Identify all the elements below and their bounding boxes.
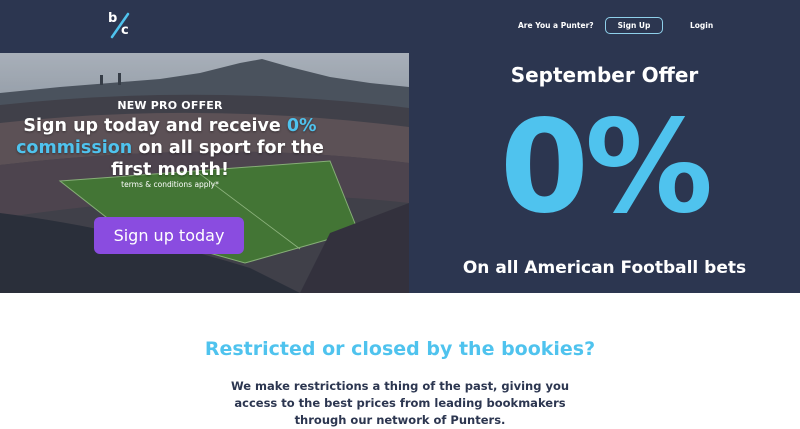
site-logo[interactable]: b c [104, 10, 134, 40]
logo-letter-c: c [121, 23, 129, 38]
nav-signup-button[interactable]: Sign Up [605, 17, 663, 34]
nav-login-link[interactable]: Login [690, 21, 713, 39]
september-offer-title: September Offer [510, 63, 699, 87]
top-navigation-bar: b c Are You a Punter? Sign Up Login [0, 0, 800, 53]
headline-text-1: Sign up today and receive [23, 116, 287, 136]
promo-banner: NEW PRO OFFER Sign up today and receive … [0, 53, 409, 293]
september-offer-panel: September Offer 0% On all American Footb… [409, 53, 800, 293]
signup-today-button[interactable]: Sign up today [94, 217, 244, 254]
nav-link-are-you-a-punter[interactable]: Are You a Punter? [518, 21, 594, 39]
zero-percent-value: 0% [499, 93, 713, 242]
restricted-section-body: We make restrictions a thing of the past… [230, 379, 570, 427]
offer-kicker: NEW PRO OFFER [117, 99, 223, 112]
logo-slash-icon [110, 12, 130, 39]
headline-highlight-percent: 0% [286, 116, 317, 136]
offer-headline: Sign up today and receive 0% commission … [0, 115, 340, 181]
headline-highlight-commission: commission [16, 138, 133, 158]
restricted-section-title: Restricted or closed by the bookies? [204, 338, 596, 360]
terms-and-conditions-note[interactable]: terms & conditions apply* [0, 180, 340, 189]
headline-text-2: on all sport for the first month! [111, 138, 324, 180]
september-offer-subtitle: On all American Football bets [462, 258, 747, 278]
